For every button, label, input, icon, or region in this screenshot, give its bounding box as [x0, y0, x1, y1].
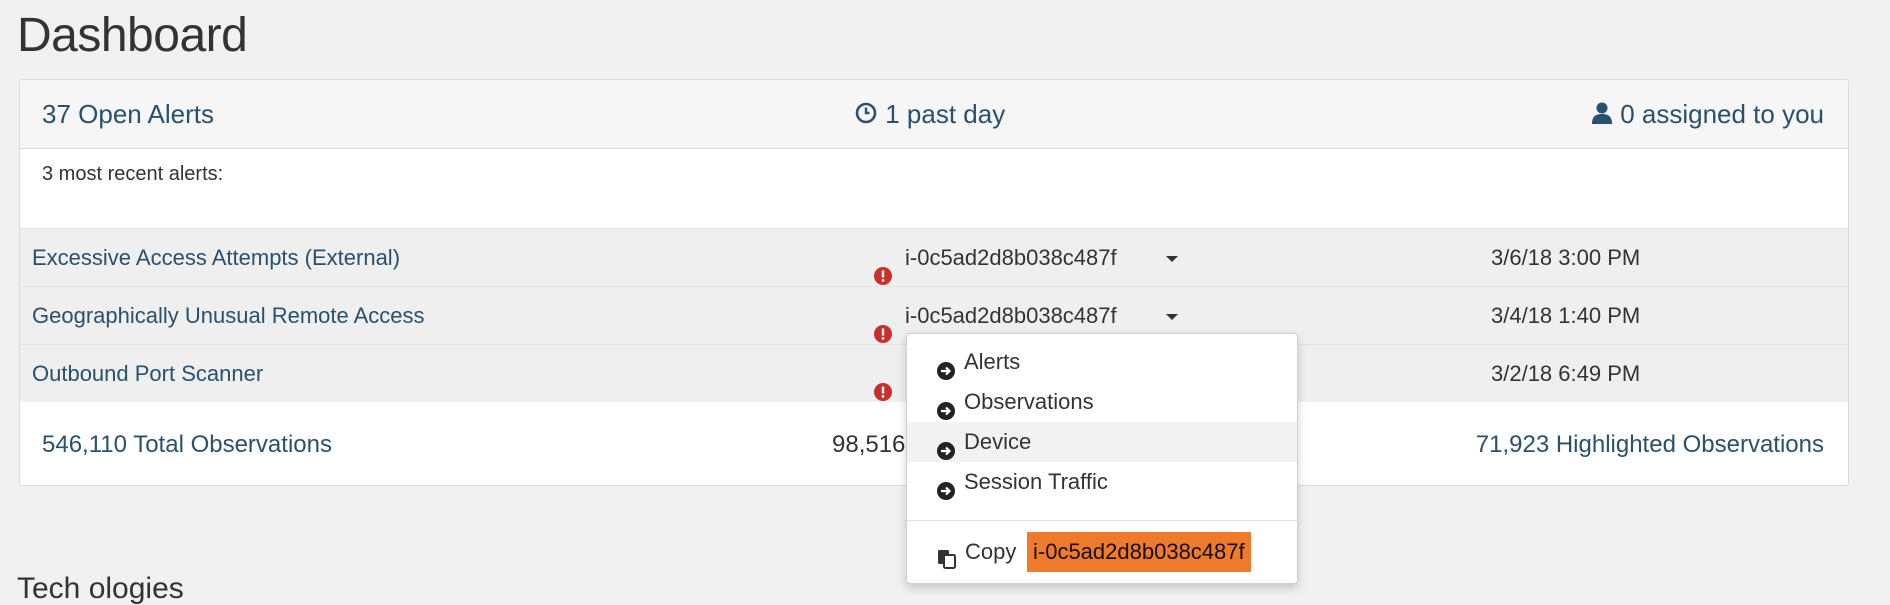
- panel-header: 37 Open Alerts 1 past day 0 assigned to …: [20, 80, 1848, 149]
- open-alerts-link[interactable]: 37 Open Alerts: [42, 97, 214, 131]
- clipboard-icon: [937, 542, 957, 582]
- menu-item-label: Alerts: [964, 349, 1021, 374]
- timeframe-selector[interactable]: 1 past day: [854, 97, 1005, 133]
- copy-device-id-button[interactable]: Copy i-0c5ad2d8b038c487f: [907, 532, 1297, 572]
- page-title: Dashboard: [17, 9, 248, 62]
- device-dropdown-toggle[interactable]: i-0c5ad2d8b038c487f: [905, 229, 1117, 287]
- timeframe-label: 1 past day: [885, 99, 1006, 129]
- menu-item-alerts[interactable]: Alerts: [907, 342, 1297, 382]
- menu-divider: [907, 520, 1297, 521]
- clock-icon: [854, 99, 878, 133]
- alert-timestamp: 3/2/18 6:49 PM: [1491, 361, 1641, 386]
- menu-item-label: Device: [964, 429, 1032, 454]
- menu-item-label: Session Traffic: [964, 469, 1108, 494]
- highlighted-observations-link[interactable]: 71,923 Highlighted Observations: [1476, 405, 1824, 485]
- caret-down-icon[interactable]: [1166, 314, 1178, 320]
- menu-item-device[interactable]: Device: [907, 422, 1297, 462]
- alert-timestamp: 3/4/18 1:40 PM: [1491, 303, 1641, 328]
- copy-device-id-value: i-0c5ad2d8b038c487f: [1027, 532, 1251, 572]
- caret-down-icon[interactable]: [1166, 256, 1178, 262]
- user-icon: [1591, 99, 1613, 133]
- total-observations-link[interactable]: 546,110 Total Observations: [42, 405, 332, 485]
- assigned-to-you-link[interactable]: 0 assigned to you: [1591, 97, 1824, 133]
- menu-item-observations[interactable]: Observations: [907, 382, 1297, 422]
- device-dropdown-menu: Alerts Observations Device Session Traff…: [906, 333, 1298, 584]
- menu-item-label: Observations: [964, 389, 1094, 414]
- alert-title-link[interactable]: Excessive Access Attempts (External): [32, 229, 400, 287]
- section-title-partial: Tech ologies: [17, 572, 184, 605]
- assigned-label: 0 assigned to you: [1620, 99, 1824, 129]
- alert-row: Excessive Access Attempts (External) i-0…: [20, 228, 1848, 286]
- menu-item-session-traffic[interactable]: Session Traffic: [907, 462, 1297, 502]
- recent-alerts-label: 3 most recent alerts:: [42, 163, 224, 185]
- alert-title-link[interactable]: Geographically Unusual Remote Access: [32, 287, 425, 345]
- alert-timestamp: 3/6/18 3:00 PM: [1491, 245, 1641, 270]
- alert-title-link[interactable]: Outbound Port Scanner: [32, 345, 263, 403]
- copy-label: Copy: [965, 539, 1017, 564]
- center-observations-stat[interactable]: 98,516: [832, 405, 905, 485]
- arrow-circle-right-icon: [937, 473, 955, 513]
